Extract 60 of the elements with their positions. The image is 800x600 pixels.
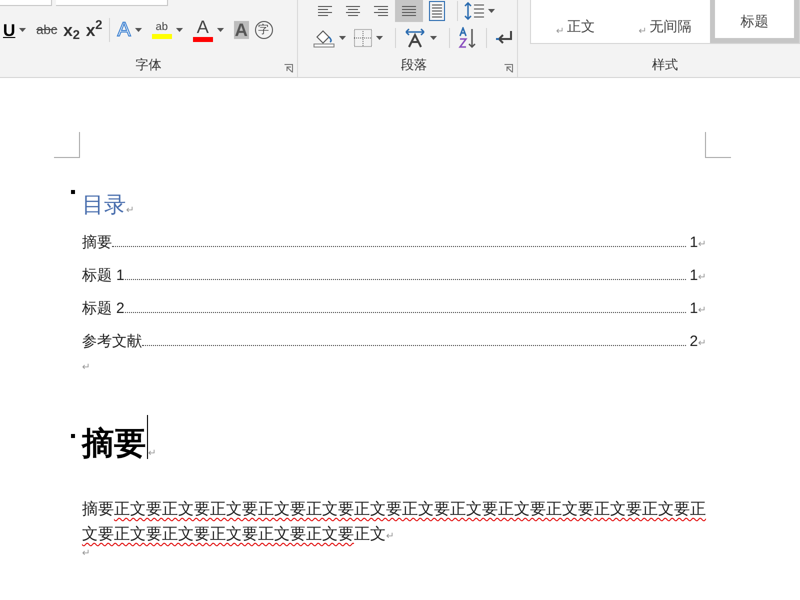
align-right-icon [374,5,388,17]
toc-entry[interactable]: 标题 2 [82,301,125,316]
paragraph-mark: ↵ [556,27,564,37]
toc-entry[interactable]: 标题 1 [82,268,125,283]
font-format-button[interactable]: U [0,18,34,42]
paragraph-mark: ↵ [126,206,134,216]
paragraph-mark: ↵ [698,240,706,250]
page-number: 1 [690,235,698,250]
caret-icon [488,9,495,13]
group-label: 段落 [401,56,427,74]
caret-icon [339,36,346,40]
justify-icon [402,5,416,17]
group-label: 样式 [652,56,678,74]
borders-icon [354,29,372,47]
distribute-icon [429,1,445,21]
paragraph-mark: ↵ [698,273,706,283]
toc-entry[interactable]: 摘要 [82,235,112,250]
caret-icon [19,28,26,32]
text-direction-icon [404,28,426,48]
paint-bucket-icon [313,28,335,48]
margin-corner-mark [705,132,731,158]
body-paragraph: 摘要正文要正文要正文要正文要正文要正文要正文要正文要正文要正文要正文要正文要正文要正文要正文要正文要正文要正文要正文↵ [82,500,706,545]
font-format-button[interactable]: A [190,18,231,42]
align-center-icon [346,5,360,17]
style-item[interactable]: ↵ 正文 [531,0,620,43]
paragraph-mark: ↵ [698,339,706,349]
caret-icon [176,28,183,32]
paragraph-mark: ↵ [638,27,646,37]
page-number: 2 [690,334,698,349]
align-left-icon [318,5,332,17]
paragraph-mark: ↵ [82,549,90,561]
page-number: 1 [690,268,698,283]
paragraph-mark: ↵ [148,449,156,459]
paragraph-button[interactable] [395,0,423,22]
style-item[interactable]: ↵ 无间隔 [620,0,710,43]
bullet-mark [71,190,75,194]
font-format-button[interactable]: ab [148,18,190,42]
caret-icon [134,28,142,32]
font-format-button[interactable]: x$_{2}$ [60,18,83,42]
paragraph-mark: ↵ [698,306,706,316]
bullet-mark [71,434,75,438]
toc-entry[interactable]: 参考文献 [82,334,142,349]
sort-icon [458,27,478,49]
caret-icon [430,36,437,40]
style-item[interactable]: 标题 [710,0,800,43]
text-cursor [147,415,148,459]
margin-corner-mark [54,132,80,158]
paragraph-mark: ↵ [82,363,90,375]
toc-title: 目录 [82,194,126,216]
caret-icon [376,36,383,40]
line-spacing-icon [464,2,484,20]
font-format-button[interactable]: x$^{2}$ [82,18,106,42]
paragraph-mark: ↵ [386,531,394,542]
font-format-button[interactable]: abc [33,18,60,42]
dialog-launcher-icon[interactable] [504,64,513,73]
heading: 摘要 [82,427,146,459]
group-label: 字体 [136,56,162,74]
page-number: 1 [690,301,698,316]
dialog-launcher-icon[interactable] [284,64,293,73]
caret-icon [216,28,224,32]
